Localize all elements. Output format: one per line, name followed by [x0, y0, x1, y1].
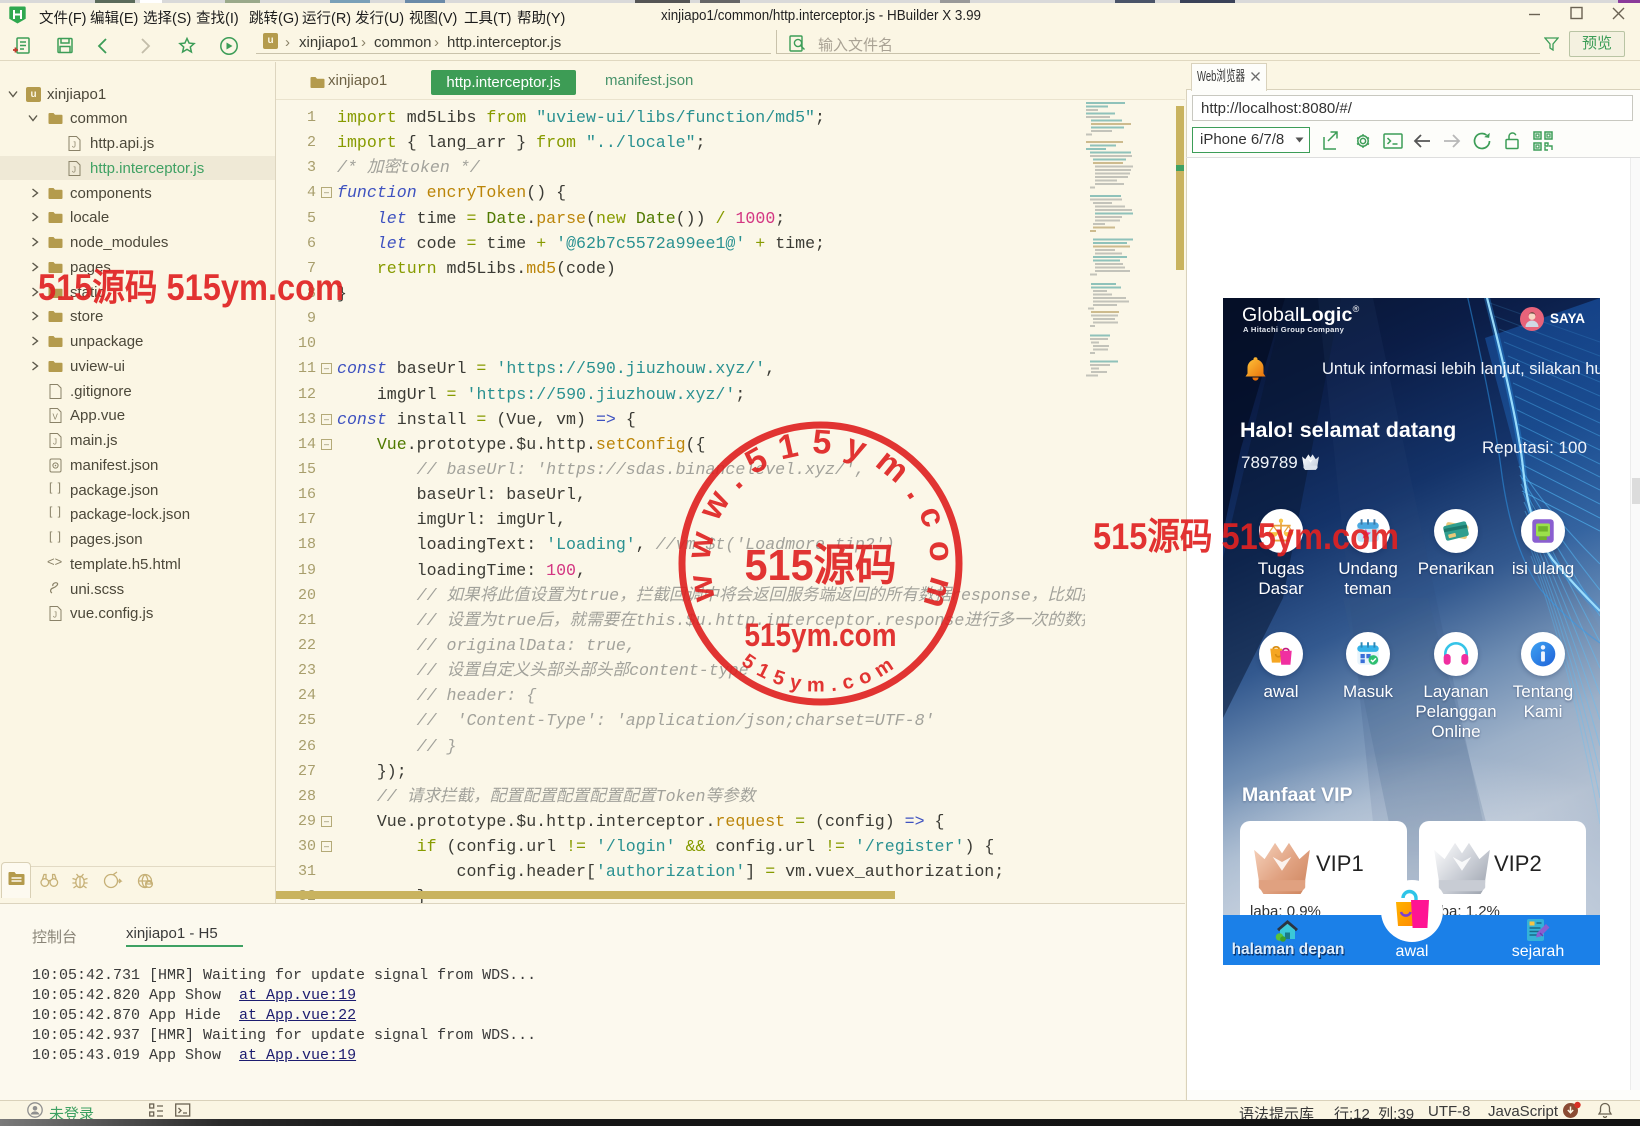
svg-text:J: J: [53, 611, 57, 620]
svg-text:J: J: [72, 165, 76, 174]
svg-text:V: V: [53, 413, 59, 422]
svg-text:J: J: [53, 438, 57, 447]
svg-text:Web浏览器: Web浏览器: [1197, 68, 1245, 85]
svg-text:J: J: [72, 141, 76, 150]
svg-text:515源码 515ym.com: 515源码 515ym.com: [1093, 516, 1399, 557]
svg-text:xinjiapo1/common/http.intercep: xinjiapo1/common/http.interceptor.js - H…: [661, 7, 981, 24]
svg-text:515源码 515ym.com: 515源码 515ym.com: [38, 267, 344, 308]
